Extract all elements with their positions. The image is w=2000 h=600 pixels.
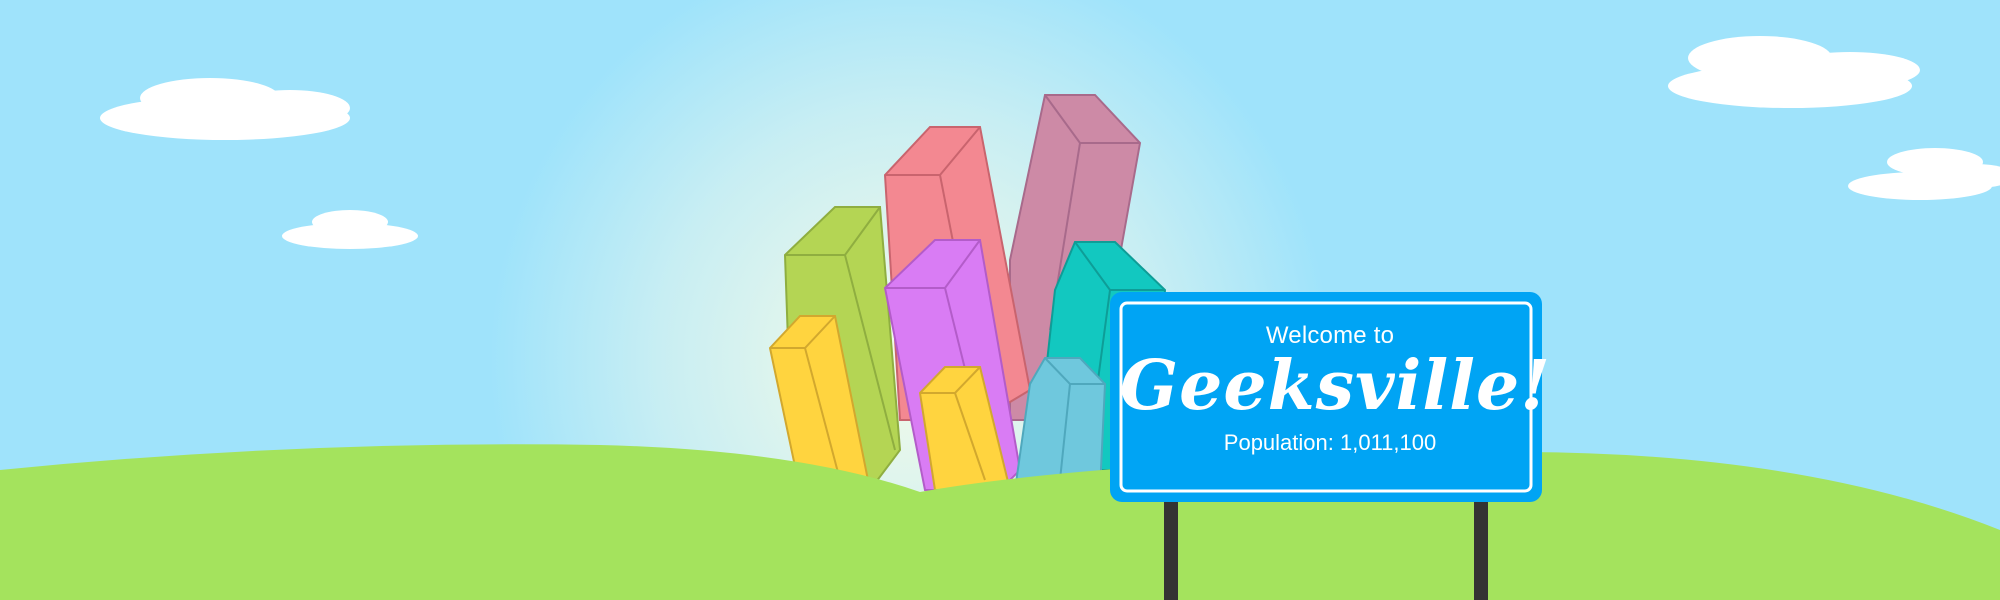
sign-post-icon [1474,495,1488,600]
sign-post-icon [1164,495,1178,600]
welcome-sign-text: Welcome to Geeksville! Population: 1,011… [1120,300,1552,490]
sign-town-name: Geeksville! [1120,346,1552,426]
sign-population-line: Population: 1,011,100 [1223,430,1437,455]
geeksville-illustration [0,0,2000,600]
